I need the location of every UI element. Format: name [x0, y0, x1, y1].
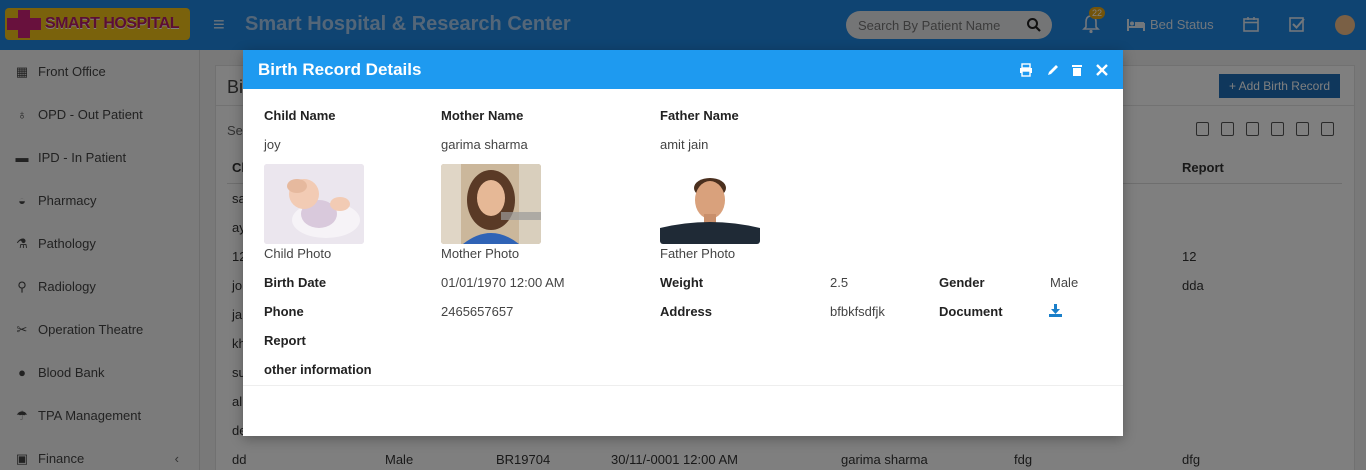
edit-pencil-icon[interactable]: [1046, 63, 1060, 77]
birth-record-details-modal: Birth Record Details Child Name Mother N…: [243, 50, 1123, 436]
mother-photo: [441, 164, 541, 244]
mother-photo-label: Mother Photo: [441, 246, 520, 261]
weight-value: 2.5: [830, 275, 849, 290]
other-information-label: other information: [264, 362, 372, 377]
download-icon[interactable]: [1049, 304, 1062, 317]
report-label: Report: [264, 333, 306, 348]
phone-value: 2465657657: [441, 304, 514, 319]
address-label: Address: [660, 304, 713, 319]
birth-date-label: Birth Date: [264, 275, 327, 290]
modal-title: Birth Record Details: [258, 60, 422, 79]
gender-label: Gender: [939, 275, 985, 290]
father-name-value: amit jain: [660, 137, 709, 152]
father-photo: [660, 164, 760, 244]
child-name-label: Child Name: [264, 108, 336, 123]
close-icon[interactable]: [1095, 63, 1109, 77]
child-photo-label: Child Photo: [264, 246, 332, 261]
document-label: Document: [939, 304, 1003, 319]
gender-value: Male: [1050, 275, 1079, 290]
weight-label: Weight: [660, 275, 704, 290]
birth-date-value: 01/01/1970 12:00 AM: [441, 275, 565, 290]
modal-divider: [243, 385, 1123, 386]
father-photo-label: Father Photo: [660, 246, 736, 261]
delete-trash-icon[interactable]: [1070, 63, 1084, 77]
father-name-label: Father Name: [660, 108, 739, 123]
address-value: bfbkfsdfjk: [830, 304, 885, 319]
modal-header: Birth Record Details: [243, 50, 1123, 89]
child-name-value: joy: [264, 137, 281, 152]
mother-name-label: Mother Name: [441, 108, 524, 123]
print-icon[interactable]: [1019, 63, 1033, 77]
mother-name-value: garima sharma: [441, 137, 528, 152]
phone-label: Phone: [264, 304, 304, 319]
child-photo: [264, 164, 364, 244]
